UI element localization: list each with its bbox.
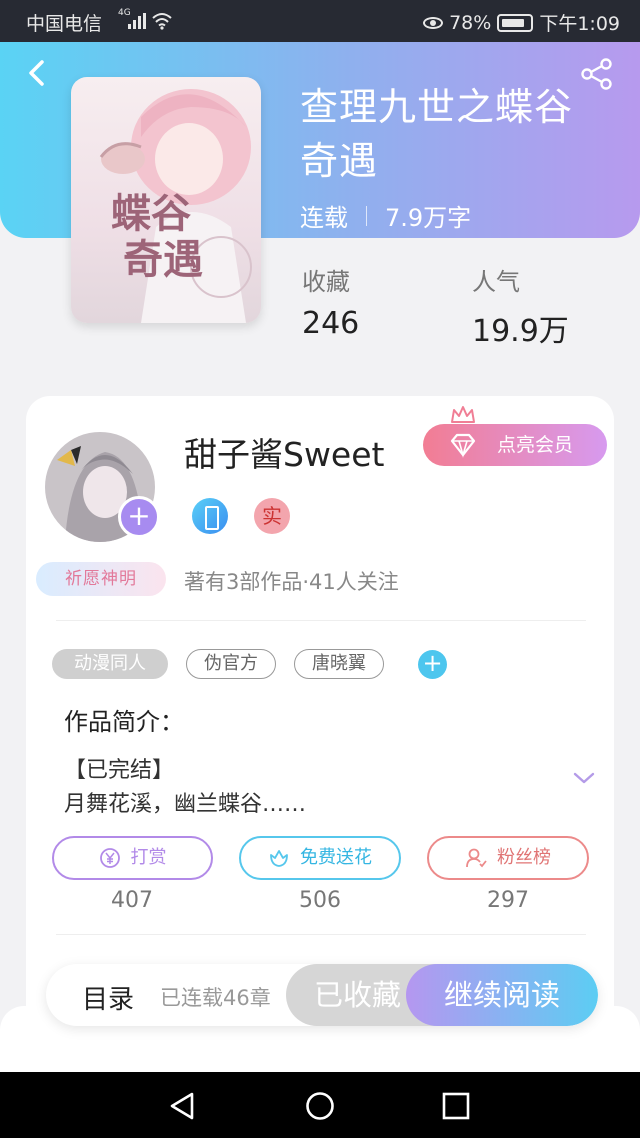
tag-pseudo-official[interactable]: 伪官方 xyxy=(186,649,276,679)
toc-button[interactable]: 目录 xyxy=(82,979,134,1016)
svg-text:蝶谷: 蝶谷 xyxy=(111,190,191,237)
fan-count: 297 xyxy=(487,888,529,913)
chevron-down-icon[interactable] xyxy=(572,770,596,786)
tip-button[interactable]: 打赏 xyxy=(52,836,213,880)
fans-icon xyxy=(466,848,487,868)
send-flower-button[interactable]: 免费送花 xyxy=(239,836,401,880)
divider xyxy=(56,620,586,621)
flower-count: 506 xyxy=(299,888,341,913)
wifi-icon xyxy=(152,13,172,30)
follow-author-button[interactable]: + xyxy=(118,496,160,538)
plus-icon: + xyxy=(127,499,151,532)
clock: 下午1:09 xyxy=(539,13,620,35)
svg-text:奇遇: 奇遇 xyxy=(123,236,203,283)
nav-recents-icon[interactable] xyxy=(441,1091,471,1121)
nav-home-icon[interactable] xyxy=(305,1091,335,1121)
diamond-icon xyxy=(450,433,476,458)
tag-anime-fanfic[interactable]: 动漫同人 xyxy=(52,649,168,679)
popularity-value: 19.9万 xyxy=(472,314,569,349)
fan-ranking-button[interactable]: 粉丝榜 xyxy=(427,836,589,880)
serial-status: 连载 xyxy=(300,204,348,232)
yen-icon xyxy=(99,848,120,868)
intro-body: 【已完结】 月舞花溪，幽兰蝶谷…… xyxy=(64,754,544,822)
nav-back-icon[interactable] xyxy=(168,1091,198,1121)
eye-comfort-icon xyxy=(423,16,444,29)
bottom-action-bar: 目录 已连载46章 已收藏 继续阅读 xyxy=(46,964,598,1026)
back-arrow-icon[interactable] xyxy=(22,58,52,88)
phone-verified-icon xyxy=(192,498,228,534)
favorites-value: 246 xyxy=(302,306,360,341)
chapter-count[interactable]: 已连载46章 xyxy=(160,982,271,1012)
popularity-label: 人气 xyxy=(472,268,520,296)
plus-icon: + xyxy=(422,649,443,677)
author-name[interactable]: 甜子酱Sweet xyxy=(184,428,384,476)
cover-illustration: 蝶谷 奇遇 xyxy=(71,77,261,323)
fan-ranking-label: 粉丝榜 xyxy=(497,847,551,868)
book-title: 查理九世之蝶谷奇遇 xyxy=(300,85,574,183)
tip-count: 407 xyxy=(111,888,153,913)
author-info: 著有3部作品·41人关注 xyxy=(184,570,399,594)
tip-label: 打赏 xyxy=(130,847,167,868)
add-tag-button[interactable]: + xyxy=(418,650,447,679)
wish-badge: 祈愿神明 xyxy=(36,562,166,596)
continue-reading-button[interactable]: 继续阅读 xyxy=(406,964,598,1026)
divider xyxy=(56,934,586,935)
book-cover[interactable]: 蝶谷 奇遇 xyxy=(71,77,261,323)
battery-percent: 78% xyxy=(449,11,492,34)
book-meta: 连载 7.9万字 xyxy=(300,198,471,233)
battery-icon xyxy=(497,13,534,32)
real-name-badge: 实 xyxy=(254,498,290,534)
status-bar: 中国电信 4G 78% 下午1:09 xyxy=(0,0,640,42)
favorites-label: 收藏 xyxy=(302,268,350,296)
word-count: 7.9万字 xyxy=(385,204,472,232)
carrier-label: 中国电信 xyxy=(26,13,103,35)
intro-line-status: 【已完结】 xyxy=(64,758,175,783)
intro-line-summary: 月舞花溪，幽兰蝶谷…… xyxy=(64,792,307,817)
send-flower-label: 免费送花 xyxy=(300,847,372,868)
system-nav-bar xyxy=(0,1072,640,1138)
tag-character[interactable]: 唐晓翼 xyxy=(294,649,384,679)
meta-divider xyxy=(366,205,367,226)
intro-title: 作品简介： xyxy=(64,708,184,736)
crown-icon xyxy=(451,406,475,423)
flower-icon xyxy=(270,850,288,867)
signal-icon xyxy=(128,13,146,29)
